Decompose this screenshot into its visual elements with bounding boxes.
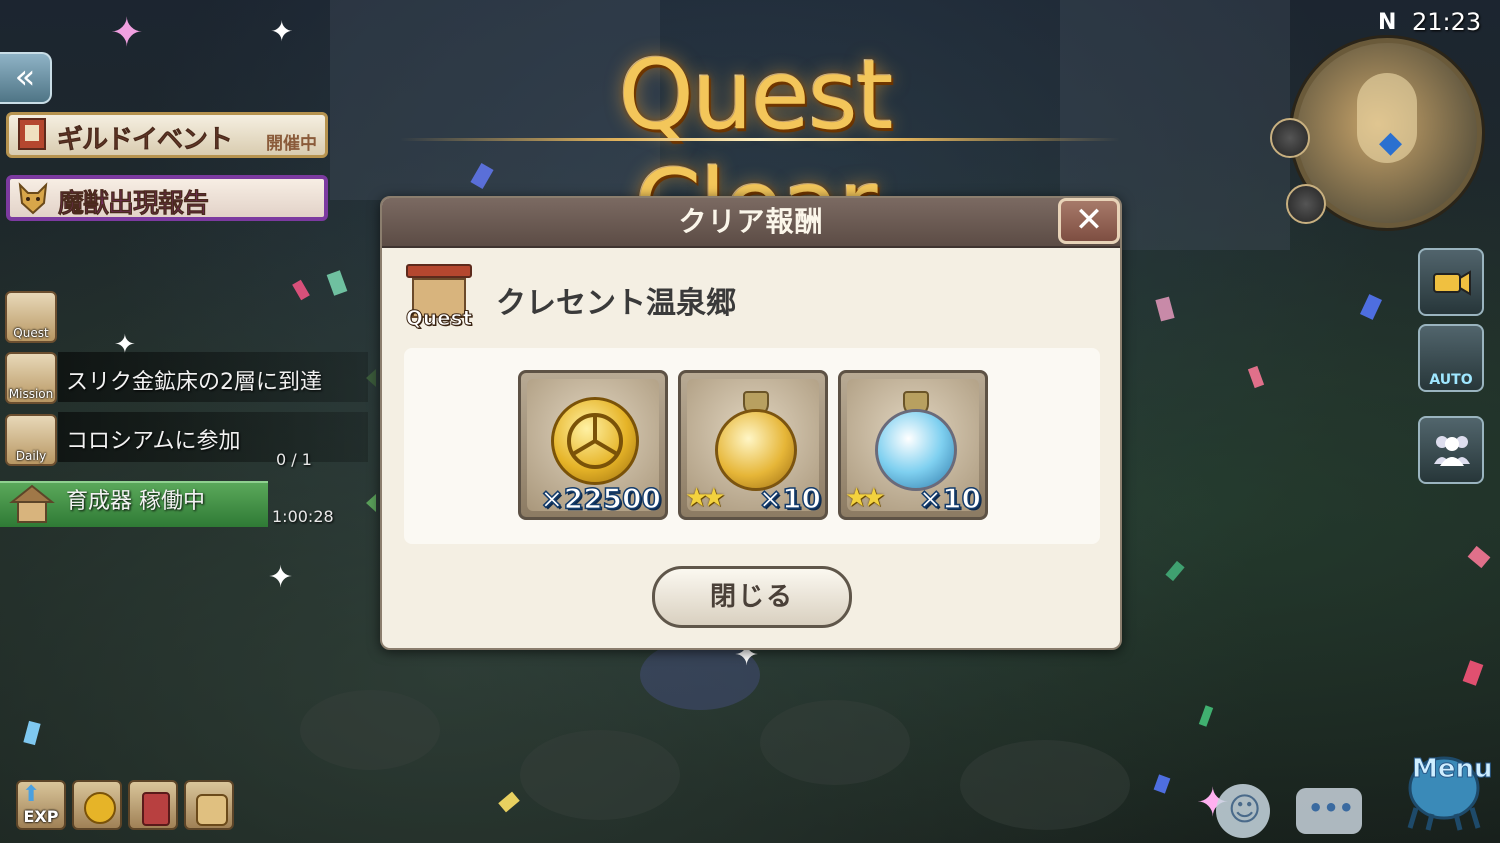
reward-item[interactable]: ★★ ×10 bbox=[838, 370, 988, 520]
sparkle: ✦ bbox=[268, 560, 294, 595]
rarity-stars: ★★ bbox=[685, 483, 726, 513]
confetti bbox=[1153, 774, 1171, 794]
quest-clear-title: Quest Clear bbox=[618, 39, 893, 260]
daily-count: 0 / 1 bbox=[276, 450, 312, 469]
sparkle: ✦ bbox=[110, 10, 144, 56]
dialog-title: クリア報酬 bbox=[678, 205, 824, 238]
compass-north: N bbox=[1378, 10, 1397, 35]
background-stone bbox=[300, 690, 440, 770]
back-button[interactable]: « bbox=[0, 52, 52, 104]
close-icon: ✕ bbox=[1074, 200, 1104, 240]
quest-side-icon-label: Quest bbox=[13, 326, 49, 340]
clear-reward-dialog: クリア報酬 ✕ Quest クレセント温泉郷 ×22500 ★★ ×10 ★★ … bbox=[380, 196, 1122, 650]
guild-flag-icon bbox=[18, 118, 46, 150]
exp-boost-label: EXP bbox=[23, 807, 59, 826]
confetti bbox=[1467, 545, 1491, 569]
blue-orb-icon bbox=[875, 409, 957, 491]
quest-icon: Quest bbox=[402, 262, 476, 336]
gold-orb-icon bbox=[715, 409, 797, 491]
confetti bbox=[1165, 560, 1185, 582]
breeder-timer: 1:00:28 bbox=[272, 507, 334, 526]
menu-label: Menu bbox=[1412, 754, 1494, 785]
breeder-text: 育成器 稼働中 bbox=[66, 489, 205, 514]
guild-event-label: ギルドイベント bbox=[57, 125, 234, 156]
guild-event-banner[interactable]: ギルドイベント 開催中 bbox=[6, 112, 328, 158]
menu-button[interactable]: Menu bbox=[1398, 740, 1494, 836]
confetti bbox=[23, 720, 41, 746]
rarity-stars: ★★ bbox=[845, 483, 886, 513]
background-stone bbox=[760, 700, 910, 785]
exp-boost-button[interactable]: ⬆ EXP bbox=[16, 780, 66, 830]
daily-text: コロシアムに参加 bbox=[66, 429, 241, 454]
gold-coin-icon bbox=[551, 397, 639, 485]
confetti bbox=[1247, 365, 1265, 389]
smile-icon: ☺ bbox=[1228, 790, 1262, 828]
daily-icon[interactable]: Daily bbox=[5, 414, 57, 466]
mission-arrow-icon bbox=[366, 369, 376, 387]
quest-location: クレセント温泉郷 bbox=[496, 286, 736, 321]
confetti bbox=[1155, 296, 1175, 322]
dialog-close-button[interactable]: ✕ bbox=[1058, 198, 1120, 244]
reward-count: ×10 bbox=[918, 481, 982, 516]
close-button[interactable]: 閉じる bbox=[652, 566, 852, 628]
reward-count: ×10 bbox=[758, 481, 822, 516]
gold-coin-icon bbox=[84, 792, 116, 824]
breeder-arrow-icon bbox=[366, 494, 376, 512]
boot-icon bbox=[142, 792, 170, 826]
map-mode-button[interactable] bbox=[1286, 184, 1326, 224]
mission-text: スリク金鉱床の2層に到達 bbox=[66, 370, 322, 395]
daily-icon-label: Daily bbox=[15, 449, 47, 463]
confetti bbox=[1198, 705, 1214, 727]
confetti bbox=[498, 791, 520, 813]
reward-item[interactable]: ★★ ×10 bbox=[678, 370, 828, 520]
beast-report-label: 魔獣出現報告 bbox=[58, 189, 210, 220]
breeder-house-icon bbox=[9, 484, 55, 523]
background-stone bbox=[520, 730, 680, 820]
map-toggle-button[interactable] bbox=[1270, 118, 1310, 158]
gold-boost-button[interactable] bbox=[72, 780, 122, 830]
clock: 21:23 bbox=[1412, 8, 1482, 36]
reward-item[interactable]: ×22500 bbox=[518, 370, 668, 520]
auto-label: AUTO bbox=[1429, 372, 1473, 388]
camera-button[interactable] bbox=[1418, 248, 1484, 316]
confetti bbox=[1462, 660, 1484, 686]
drop-boost-button[interactable] bbox=[128, 780, 178, 830]
background-stone bbox=[960, 740, 1130, 830]
beast-mask-icon bbox=[18, 182, 48, 215]
hand-icon bbox=[196, 794, 228, 826]
guild-event-status: 開催中 bbox=[266, 134, 317, 154]
camera-icon bbox=[1433, 270, 1471, 296]
quest-side-icon[interactable]: Quest bbox=[5, 291, 57, 343]
auto-button[interactable]: AUTO bbox=[1418, 324, 1484, 392]
confetti bbox=[1360, 294, 1382, 320]
chat-button[interactable]: ••• bbox=[1296, 788, 1362, 834]
quest-icon-label: Quest bbox=[405, 306, 473, 331]
reward-count: ×22500 bbox=[539, 481, 661, 516]
confetti bbox=[326, 270, 348, 296]
item-boost-button[interactable] bbox=[184, 780, 234, 830]
confetti bbox=[292, 279, 310, 301]
party-icon bbox=[1434, 436, 1470, 466]
double-chevron-left-icon: « bbox=[14, 57, 36, 97]
arrow-up-icon: ⬆ bbox=[22, 782, 41, 807]
mission-icon-label: Mission bbox=[8, 387, 54, 401]
title-divider bbox=[400, 138, 1120, 141]
beast-report-banner[interactable]: 魔獣出現報告 bbox=[6, 175, 328, 221]
sparkle: ✦ bbox=[270, 15, 294, 48]
player-marker-icon: ◆ bbox=[1379, 125, 1403, 160]
mission-icon[interactable]: Mission bbox=[5, 352, 57, 404]
chat-bubble-icon: ••• bbox=[1308, 794, 1355, 822]
quest-icon-roof bbox=[406, 264, 472, 278]
party-button[interactable] bbox=[1418, 416, 1484, 484]
emote-button[interactable]: ☺ bbox=[1216, 784, 1270, 838]
